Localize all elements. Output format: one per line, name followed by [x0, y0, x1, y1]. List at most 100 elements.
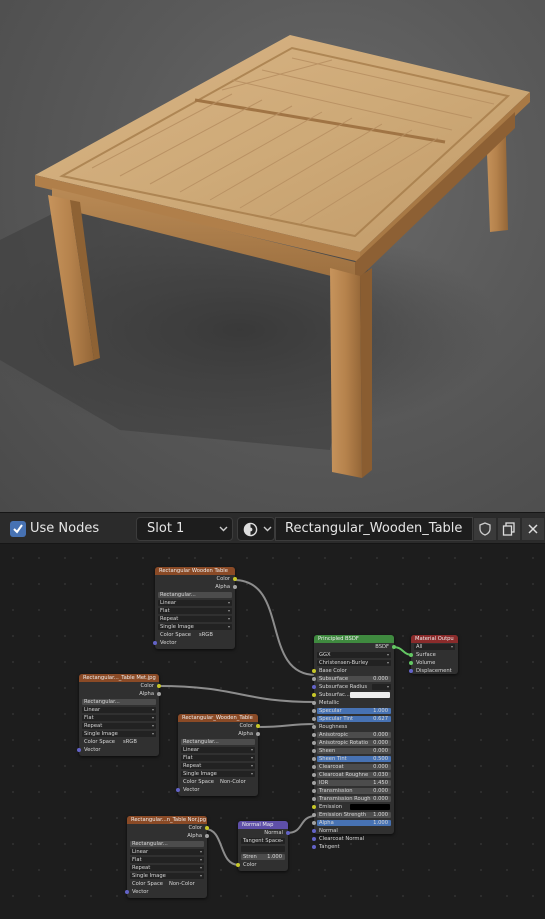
bsdf-input-subsurfac[interactable]: Subsurfac... [312, 691, 394, 699]
socket[interactable] [312, 765, 316, 769]
socket[interactable] [236, 863, 240, 867]
node-editor[interactable]: Rectangular Wooden Table Color Alpha Rec… [0, 545, 545, 919]
socket[interactable] [312, 725, 316, 729]
subsurface-method-dropdown[interactable]: Christensen-Burley [314, 659, 394, 667]
bsdf-input-alpha[interactable]: Alpha 1.000 [312, 819, 394, 827]
fake-user-button[interactable] [473, 517, 497, 541]
browse-material-button[interactable] [237, 517, 275, 541]
interpolation-dropdown[interactable]: Linear [79, 706, 159, 714]
socket[interactable] [312, 829, 316, 833]
image-texture-node-4[interactable]: Rectangular...n_Table Nor.jpg Color Alph… [125, 816, 209, 898]
color-space-row[interactable]: Color Space Non-Color [178, 778, 258, 786]
color-space-row[interactable]: Color Space Non-Color [127, 880, 207, 888]
projection-dropdown[interactable]: Flat [155, 607, 235, 615]
distribution-dropdown[interactable]: GGX [314, 651, 394, 659]
socket[interactable] [312, 733, 316, 737]
socket[interactable] [256, 724, 260, 728]
source-dropdown[interactable]: Single Image [155, 623, 235, 631]
socket[interactable] [125, 890, 129, 894]
bsdf-input-ior[interactable]: IOR 1.450 [312, 779, 394, 787]
extension-dropdown[interactable]: Repeat [178, 762, 258, 770]
principled-bsdf-node[interactable]: Principled BSDF BSDF GGX Christensen-Bur… [312, 635, 396, 850]
socket[interactable] [312, 797, 316, 801]
socket[interactable] [312, 701, 316, 705]
bsdf-input-transmission[interactable]: Transmission 0.000 [312, 787, 394, 795]
socket[interactable] [286, 831, 290, 835]
target-dropdown[interactable]: All [411, 643, 458, 651]
socket[interactable] [312, 845, 316, 849]
image-texture-node-1[interactable]: Rectangular Wooden Table Color Alpha Rec… [153, 567, 237, 649]
socket[interactable] [77, 748, 81, 752]
interpolation-dropdown[interactable]: Linear [127, 848, 207, 856]
bsdf-input-sheen-tint[interactable]: Sheen Tint 0.500 [312, 755, 394, 763]
socket[interactable] [312, 813, 316, 817]
socket[interactable] [312, 741, 316, 745]
socket[interactable] [409, 669, 413, 673]
material-name-field[interactable]: Rectangular_Wooden_Table [275, 517, 473, 541]
color-swatch[interactable] [350, 804, 390, 810]
bsdf-input-clearcoat-roughne[interactable]: Clearcoat Roughne 0.030 [312, 771, 394, 779]
color-space-row[interactable]: Color Space sRGB [79, 738, 159, 746]
projection-dropdown[interactable]: Flat [178, 754, 258, 762]
interpolation-dropdown[interactable]: Linear [178, 746, 258, 754]
3d-viewport[interactable] [0, 0, 545, 512]
image-selector[interactable]: Rectangular... [178, 738, 258, 746]
socket[interactable] [312, 693, 316, 697]
socket[interactable] [312, 709, 316, 713]
socket[interactable] [392, 645, 396, 649]
socket[interactable] [256, 732, 260, 736]
bsdf-input-specular-tint[interactable]: Specular Tint 0.627 [312, 715, 394, 723]
extension-dropdown[interactable]: Repeat [79, 722, 159, 730]
source-dropdown[interactable]: Single Image [178, 770, 258, 778]
socket[interactable] [312, 837, 316, 841]
slot-dropdown[interactable]: Slot 1 [136, 517, 233, 541]
image-selector[interactable]: Rectangular... [127, 840, 207, 848]
socket[interactable] [312, 773, 316, 777]
extension-dropdown[interactable]: Repeat [127, 864, 207, 872]
socket[interactable] [312, 821, 316, 825]
color-swatch[interactable] [350, 692, 390, 698]
socket[interactable] [205, 834, 209, 838]
socket[interactable] [157, 684, 161, 688]
image-selector[interactable]: Rectangular... [79, 698, 159, 706]
socket[interactable] [205, 826, 209, 830]
strength-field[interactable]: Stren 1.000 [238, 853, 288, 861]
socket[interactable] [312, 717, 316, 721]
projection-dropdown[interactable]: Flat [127, 856, 207, 864]
socket[interactable] [312, 805, 316, 809]
socket[interactable] [233, 585, 237, 589]
bsdf-input-sheen[interactable]: Sheen 0.000 [312, 747, 394, 755]
bsdf-input-emission[interactable]: Emission [312, 803, 394, 811]
socket[interactable] [153, 641, 157, 645]
interpolation-dropdown[interactable]: Linear [155, 599, 235, 607]
socket[interactable] [312, 669, 316, 673]
use-nodes-checkbox[interactable] [10, 521, 26, 537]
image-texture-node-2[interactable]: Rectangular..._Table Met.jpg Color Alpha… [77, 674, 161, 756]
bsdf-input-anisotropic[interactable]: Anisotropic 0.000 [312, 731, 394, 739]
socket[interactable] [312, 789, 316, 793]
material-output-node[interactable]: Material Outpu All Surface Volume Displa… [409, 635, 458, 674]
socket[interactable] [233, 577, 237, 581]
socket[interactable] [409, 653, 413, 657]
socket[interactable] [312, 749, 316, 753]
socket[interactable] [312, 757, 316, 761]
source-dropdown[interactable]: Single Image [127, 872, 207, 880]
bsdf-input-clearcoat[interactable]: Clearcoat 0.000 [312, 763, 394, 771]
duplicate-material-button[interactable] [497, 517, 521, 541]
extension-dropdown[interactable]: Repeat [155, 615, 235, 623]
socket[interactable] [157, 692, 161, 696]
uv-map-field[interactable] [238, 845, 288, 853]
normal-map-node[interactable]: Normal Map Normal Tangent Space Stren 1.0… [236, 821, 290, 871]
space-dropdown[interactable]: Tangent Space [238, 837, 288, 845]
socket[interactable] [312, 677, 316, 681]
socket[interactable] [312, 685, 316, 689]
bsdf-input-subsurface[interactable]: Subsurface 0.000 [312, 675, 394, 683]
image-texture-node-3[interactable]: Rectangular_Wooden_Table Color Alpha Rec… [176, 714, 260, 796]
socket[interactable] [312, 781, 316, 785]
unlink-material-button[interactable] [521, 517, 545, 541]
image-selector[interactable]: Rectangular... [155, 591, 235, 599]
socket[interactable] [176, 788, 180, 792]
projection-dropdown[interactable]: Flat [79, 714, 159, 722]
color-space-row[interactable]: Color Space sRGB [155, 631, 235, 639]
bsdf-input-emission-strength[interactable]: Emission Strength 1.000 [312, 811, 394, 819]
